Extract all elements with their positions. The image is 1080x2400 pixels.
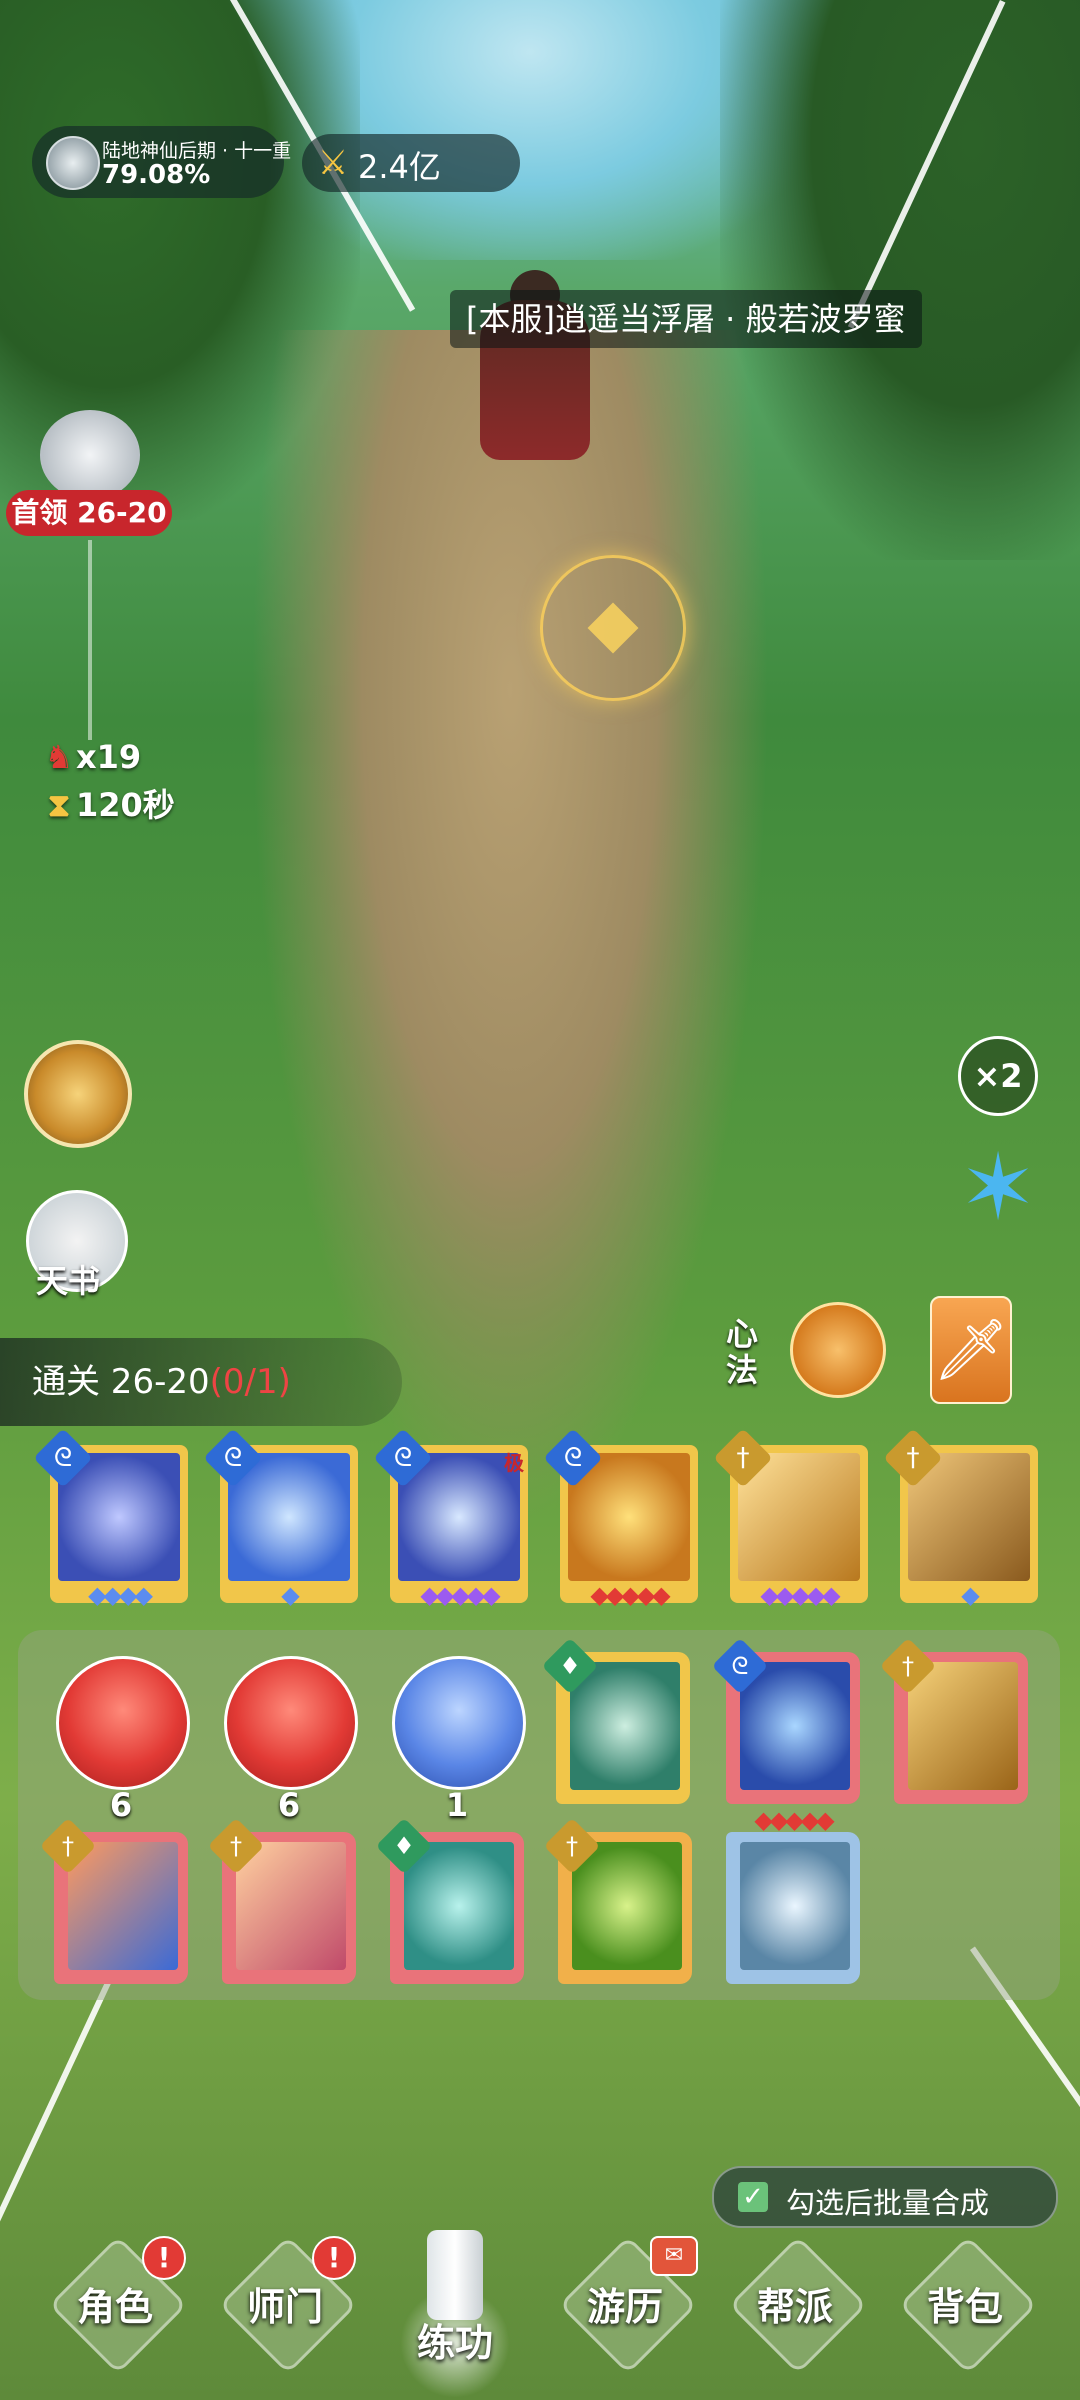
combat-power-value: 2.4亿 xyxy=(358,148,441,186)
heaven-book-label: 天书 xyxy=(36,1262,101,1300)
skill-orb[interactable]: 6 xyxy=(56,1656,190,1824)
skill-level-pips: ◆◆◆◆ xyxy=(88,1581,153,1609)
skill-level-pips: ◆ xyxy=(281,1581,299,1609)
skill-slot[interactable]: † ◆ xyxy=(883,1428,1038,1609)
orb-count: 1 xyxy=(445,1786,469,1824)
stage-clear-count: (0/1) xyxy=(209,1362,291,1402)
alert-icon: ! xyxy=(312,2236,356,2280)
skill-orb[interactable]: 1 xyxy=(392,1656,526,1824)
sword-icon: † xyxy=(207,1817,265,1875)
skill-book-art xyxy=(740,1842,850,1970)
skill-book[interactable]: † xyxy=(879,1637,1028,1804)
boss-stage-label[interactable]: 首领 26-20 xyxy=(6,490,172,536)
skill-slot[interactable]: † ◆◆◆◆◆ xyxy=(713,1428,868,1609)
weapon-button[interactable]: 🗡 xyxy=(930,1296,1012,1404)
skill-book[interactable]: ♦ xyxy=(541,1637,690,1804)
timer-row: ⧗ 120秒 xyxy=(42,780,175,826)
nav-label: 练功 xyxy=(416,2321,493,2365)
target-marker xyxy=(540,555,686,701)
realm-status[interactable]: 陆地神仙后期 · 十一重 79.08% xyxy=(32,126,291,198)
boss-challenge-button[interactable] xyxy=(40,410,140,500)
leaf-icon: ♦ xyxy=(541,1637,599,1695)
hourglass-icon: ⧗ xyxy=(47,786,71,824)
training-dummy-icon xyxy=(427,2230,483,2320)
star-skill-button[interactable]: ✶ xyxy=(950,1140,1046,1236)
sword-icon: † xyxy=(543,1817,601,1875)
sword-icon: † xyxy=(879,1637,937,1695)
game-scene: [本服]逍遥当浮屠 · 般若波罗蜜 xyxy=(0,0,1080,2400)
nav-label: 背包 xyxy=(926,2285,1003,2329)
skill-slot[interactable]: ᘓ 极 ◆◆◆◆◆ xyxy=(373,1428,528,1609)
nav-tab-backpack[interactable]: 背包 xyxy=(880,2230,1050,2390)
batch-merge-toggle[interactable]: ✓ 勾选后批量合成 xyxy=(712,2166,1058,2228)
blue-orb-icon xyxy=(392,1656,526,1790)
player-character[interactable] xyxy=(440,240,620,520)
enemy-count-row: ♞x19 xyxy=(42,738,142,776)
realm-progress: 79.08% xyxy=(102,160,211,190)
skill-book[interactable]: † xyxy=(543,1817,692,1984)
orb-count: 6 xyxy=(277,1786,301,1824)
realm-icon xyxy=(46,136,100,190)
skill-slot[interactable]: ᘓ ◆ xyxy=(203,1428,358,1609)
skill-level-pips: ◆◆◆◆◆ xyxy=(760,1581,840,1609)
red-orb-icon xyxy=(224,1656,358,1790)
skill-inventory-panel: 6 6 1 ♦ ᘓ ◆◆◆◆◆ † † † ♦ † xyxy=(18,1630,1060,2000)
wind-icon: ᘓ xyxy=(373,1428,433,1488)
skill-level-pips: ◆◆◆◆◆ xyxy=(590,1581,670,1609)
skill-book[interactable]: † xyxy=(207,1817,356,1984)
sword-icon: † xyxy=(39,1817,97,1875)
sword-icon: † xyxy=(713,1428,773,1488)
skill-book[interactable]: ♦ xyxy=(375,1817,524,1984)
extreme-tag: 极 xyxy=(504,1451,524,1475)
skill-slot[interactable]: ᘓ ◆◆◆◆ xyxy=(33,1428,188,1609)
stage-progress-track xyxy=(88,540,92,740)
enemy-count: x19 xyxy=(76,738,142,776)
forest-right xyxy=(720,0,1080,560)
skill-book[interactable]: ᘓ ◆◆◆◆◆ xyxy=(711,1637,860,1834)
nav-label: 师门 xyxy=(246,2285,323,2329)
bottom-navigation: 角色 ! 师门 ! 练功 游历 ✉ 帮派 背包 xyxy=(0,2230,1080,2400)
reward-bag-button[interactable] xyxy=(24,1040,132,1148)
nav-tab-training[interactable]: 练功 xyxy=(370,2230,540,2398)
wind-icon: ᘓ xyxy=(711,1637,769,1695)
speed-toggle-button[interactable]: ×2 xyxy=(958,1036,1038,1116)
xinfa-button[interactable] xyxy=(790,1302,886,1398)
leaf-icon: ♦ xyxy=(375,1817,433,1875)
red-orb-icon xyxy=(56,1656,190,1790)
checkbox-checked-icon[interactable]: ✓ xyxy=(738,2182,768,2212)
skill-level-pips: ◆◆◆◆◆ xyxy=(420,1581,500,1609)
wind-icon: ᘓ xyxy=(33,1428,93,1488)
battle-timer: 120秒 xyxy=(76,786,175,824)
skill-book[interactable]: † xyxy=(39,1817,188,1984)
skill-orb[interactable]: 6 xyxy=(224,1656,358,1824)
crossed-swords-icon: ⚔ xyxy=(317,143,349,183)
alert-icon: ! xyxy=(142,2236,186,2280)
orb-count: 6 xyxy=(109,1786,133,1824)
combat-power[interactable]: ⚔ 2.4亿 xyxy=(302,134,520,192)
realm-name: 陆地神仙后期 · 十一重 xyxy=(102,140,292,162)
equipped-skill-bar: ᘓ ◆◆◆◆ ᘓ ◆ ᘓ 极 ◆◆◆◆◆ ᘓ ◆◆◆◆◆ † ◆◆◆◆◆ † ◆ xyxy=(33,1428,1040,1615)
xinfa-label: 心法 xyxy=(726,1315,759,1389)
nav-label: 角色 xyxy=(76,2285,153,2329)
nav-tab-guild[interactable]: 帮派 xyxy=(710,2230,880,2390)
player-name-tag: [本服]逍遥当浮屠 · 般若波罗蜜 xyxy=(450,290,922,348)
nav-label: 帮派 xyxy=(756,2285,833,2329)
skill-slot[interactable]: ᘓ ◆◆◆◆◆ xyxy=(543,1428,698,1609)
stage-clear-banner: 通关 26-20(0/1) xyxy=(0,1338,402,1426)
demon-icon: ♞ xyxy=(44,738,74,776)
gift-icon: ✉ xyxy=(650,2236,698,2276)
skill-level-pips: ◆ xyxy=(961,1581,979,1609)
nav-tab-travel[interactable]: 游历 ✉ xyxy=(540,2230,710,2390)
wind-icon: ᘓ xyxy=(543,1428,603,1488)
batch-merge-label: 勾选后批量合成 xyxy=(786,2186,990,2220)
stage-clear-label: 通关 26-20 xyxy=(32,1362,210,1402)
sword-icon: † xyxy=(883,1428,943,1488)
nav-tab-character[interactable]: 角色 ! xyxy=(30,2230,200,2390)
skill-level-pips: ◆◆◆◆◆ xyxy=(754,1806,834,1834)
wind-icon: ᘓ xyxy=(203,1428,263,1488)
skill-book[interactable] xyxy=(726,1832,860,1984)
nav-label: 游历 xyxy=(586,2285,663,2329)
nav-tab-sect[interactable]: 师门 ! xyxy=(200,2230,370,2390)
